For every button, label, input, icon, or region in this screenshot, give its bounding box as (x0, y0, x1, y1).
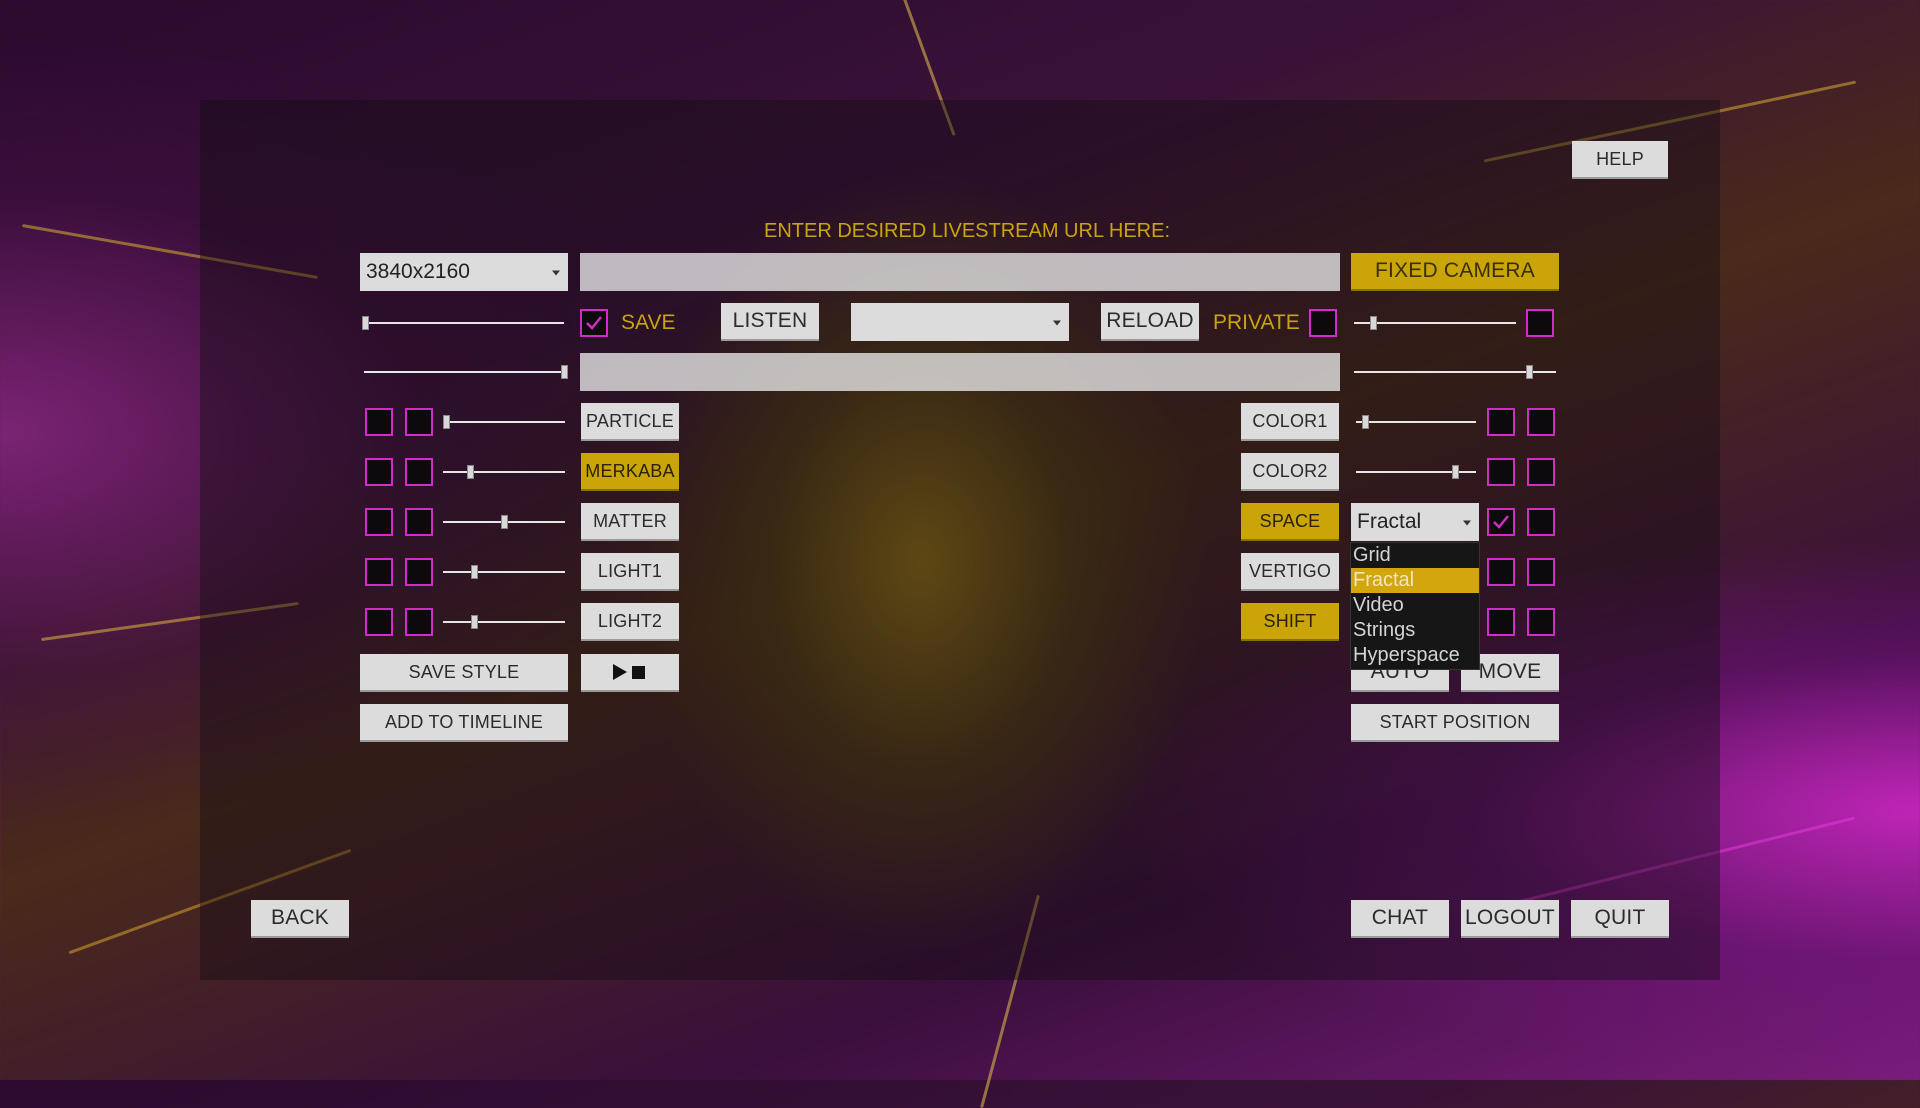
space-mode-dropdown-list: Grid Fractal Video Strings Hyperspace (1350, 542, 1480, 670)
check-icon (586, 316, 602, 330)
color2-slider[interactable] (1356, 465, 1476, 479)
effect-slider[interactable] (443, 465, 565, 479)
effect-toggle-b[interactable] (405, 408, 433, 436)
effect-button-particle[interactable]: PARTICLE (581, 403, 679, 441)
dropdown-option-video[interactable]: Video (1351, 593, 1479, 618)
effect-button-space[interactable]: SPACE (1241, 503, 1339, 541)
chevron-down-icon (1053, 320, 1061, 326)
effect-slider[interactable] (443, 515, 565, 529)
effect-toggle-a[interactable] (365, 608, 393, 636)
play-stop-icon (613, 664, 645, 680)
effect-toggle-b[interactable] (405, 608, 433, 636)
effect-toggle-a[interactable] (365, 558, 393, 586)
slider-knob[interactable] (471, 565, 478, 579)
private-checkbox[interactable] (1309, 309, 1337, 337)
private-label: PRIVATE (1213, 311, 1300, 334)
listen-button[interactable]: LISTEN (721, 303, 819, 341)
slider-knob[interactable] (1362, 415, 1369, 429)
start-position-button[interactable]: START POSITION (1351, 704, 1559, 742)
color2-toggle-a[interactable] (1487, 458, 1515, 486)
dropdown-option-strings[interactable]: Strings (1351, 618, 1479, 643)
chevron-down-icon (552, 270, 560, 276)
audio-source-select[interactable] (851, 303, 1069, 341)
right-second-slider[interactable] (1354, 365, 1556, 379)
slider-knob[interactable] (501, 515, 508, 529)
effect-button-vertigo[interactable]: VERTIGO (1241, 553, 1339, 591)
save-label: SAVE (621, 311, 676, 334)
save-checkbox[interactable] (580, 309, 608, 337)
space-mode-select[interactable]: Fractal (1351, 503, 1479, 541)
effect-toggle-a[interactable] (365, 408, 393, 436)
help-button[interactable]: HELP (1572, 141, 1668, 179)
color1-slider[interactable] (1356, 415, 1476, 429)
vertigo-toggle-b[interactable] (1527, 558, 1555, 586)
effect-toggle-b[interactable] (405, 508, 433, 536)
save-style-button[interactable]: SAVE STYLE (360, 654, 568, 692)
effect-toggle-b[interactable] (405, 458, 433, 486)
shift-toggle-a[interactable] (1487, 608, 1515, 636)
slider-knob[interactable] (561, 365, 568, 379)
right-top-checkbox[interactable] (1526, 309, 1554, 337)
effect-button-matter[interactable]: MATTER (581, 503, 679, 541)
effect-button-color2[interactable]: COLOR2 (1241, 453, 1339, 491)
url-prompt: ENTER DESIRED LIVESTREAM URL HERE: (764, 220, 1171, 242)
volume-slider[interactable] (362, 316, 564, 330)
resolution-value: 3840x2160 (366, 260, 470, 283)
quit-button[interactable]: QUIT (1571, 900, 1669, 938)
chat-button[interactable]: CHAT (1351, 900, 1449, 938)
dropdown-option-fractal[interactable]: Fractal (1351, 568, 1479, 593)
effect-slider[interactable] (443, 615, 565, 629)
logout-button[interactable]: LOGOUT (1461, 900, 1559, 938)
chevron-down-icon (1463, 520, 1471, 526)
effect-toggle-a[interactable] (365, 508, 393, 536)
effect-button-merkaba[interactable]: MERKABA (581, 453, 679, 491)
dropdown-option-grid[interactable]: Grid (1351, 543, 1479, 568)
back-button[interactable]: BACK (251, 900, 349, 938)
slider-knob[interactable] (467, 465, 474, 479)
resolution-select[interactable]: 3840x2160 (360, 253, 568, 291)
color2-toggle-b[interactable] (1527, 458, 1555, 486)
shift-toggle-b[interactable] (1527, 608, 1555, 636)
space-mode-value: Fractal (1357, 510, 1422, 533)
slider-knob[interactable] (471, 615, 478, 629)
effect-slider[interactable] (443, 565, 565, 579)
effect-slider[interactable] (443, 415, 565, 429)
slider-knob[interactable] (443, 415, 450, 429)
vertigo-toggle-a[interactable] (1487, 558, 1515, 586)
slider-knob[interactable] (1526, 365, 1533, 379)
slider-knob[interactable] (1452, 465, 1459, 479)
dropdown-option-hyperspace[interactable]: Hyperspace (1351, 643, 1479, 668)
effect-button-light2[interactable]: LIGHT2 (581, 603, 679, 641)
add-to-timeline-button[interactable]: ADD TO TIMELINE (360, 704, 568, 742)
check-icon (1493, 515, 1509, 529)
slider-knob[interactable] (362, 316, 369, 330)
play-stop-button[interactable] (581, 654, 679, 692)
secondary-input[interactable] (580, 353, 1340, 391)
left-second-slider[interactable] (364, 365, 568, 379)
space-toggle-a[interactable] (1487, 508, 1515, 536)
effect-button-light1[interactable]: LIGHT1 (581, 553, 679, 591)
effect-toggle-b[interactable] (405, 558, 433, 586)
slider-knob[interactable] (1370, 316, 1377, 330)
fixed-camera-button[interactable]: FIXED CAMERA (1351, 253, 1559, 291)
color1-toggle-b[interactable] (1527, 408, 1555, 436)
color1-toggle-a[interactable] (1487, 408, 1515, 436)
right-top-slider[interactable] (1354, 316, 1516, 330)
space-toggle-b[interactable] (1527, 508, 1555, 536)
effect-toggle-a[interactable] (365, 458, 393, 486)
livestream-url-input[interactable] (580, 253, 1340, 291)
effect-button-shift[interactable]: SHIFT (1241, 603, 1339, 641)
effect-button-color1[interactable]: COLOR1 (1241, 403, 1339, 441)
reload-button[interactable]: RELOAD (1101, 303, 1199, 341)
